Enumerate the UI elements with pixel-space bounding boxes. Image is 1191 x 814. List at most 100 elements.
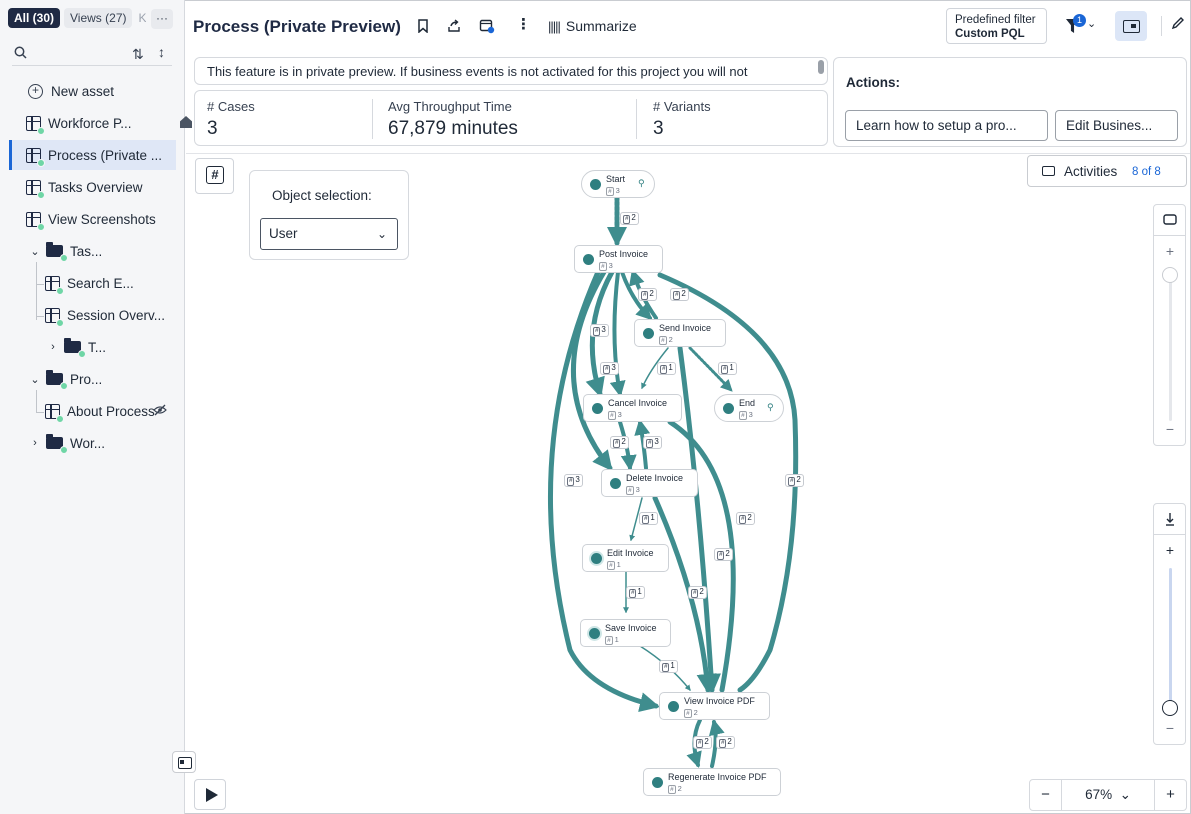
divider xyxy=(372,99,373,139)
divider xyxy=(1161,16,1162,36)
sidebar: All (30) Views (27) K ··· ⇅ ↕ + New asse… xyxy=(0,0,192,814)
activities-slider-knob[interactable] xyxy=(1162,267,1178,283)
connections-slider-track[interactable] xyxy=(1169,568,1172,708)
tree-guide xyxy=(36,316,44,317)
tab-all[interactable]: All (30) xyxy=(8,8,61,28)
view-icon xyxy=(26,147,45,167)
share-icon[interactable] xyxy=(447,19,461,33)
node-count: #2 xyxy=(668,784,682,794)
sidebar-folder-tasks[interactable]: ⌄ Tas... xyxy=(30,236,102,266)
edge-label: #3 xyxy=(600,362,619,375)
edge-label: #2 xyxy=(620,212,639,225)
sidebar-folder-pro[interactable]: ⌄ Pro... xyxy=(30,364,102,394)
view-icon xyxy=(26,179,45,199)
node-regenerate-invoice-pdf[interactable]: Regenerate Invoice PDF #2 xyxy=(643,768,781,796)
sort-icon[interactable]: ⇅ xyxy=(132,46,144,63)
chevron-down-icon: ⌄ xyxy=(1087,18,1097,30)
sidebar-item-session-overview[interactable]: Session Overv... xyxy=(45,300,173,330)
show-numbers-button[interactable]: # xyxy=(195,158,234,194)
chevron-down-icon[interactable]: ⌄ xyxy=(30,245,40,258)
zoom-select[interactable]: 67% ⌄ xyxy=(1070,780,1146,810)
more-options-icon[interactable]: ⋮ xyxy=(516,15,531,33)
sidebar-item-tasks-overview[interactable]: Tasks Overview xyxy=(26,172,143,202)
filter-button[interactable]: 1 ⌄ xyxy=(1066,14,1098,36)
node-dot xyxy=(591,553,602,564)
edge-label: #1 xyxy=(639,512,658,525)
object-selection-card: Object selection: User ⌄ xyxy=(249,170,409,260)
chevron-right-icon[interactable]: › xyxy=(30,437,40,449)
slider-plus-button[interactable]: + xyxy=(1160,243,1180,259)
sidebar-item-process-preview[interactable]: Process (Private ... xyxy=(9,140,176,170)
expand-all-icon[interactable]: ↕ xyxy=(158,44,165,60)
sidebar-item-workforce[interactable]: Workforce P... xyxy=(26,108,192,138)
node-dot xyxy=(652,777,663,788)
sidebar-item-about-process[interactable]: About Process xyxy=(45,396,173,426)
node-view-invoice-pdf[interactable]: View Invoice PDF #2 xyxy=(659,692,770,720)
chevron-down-icon[interactable]: ⌄ xyxy=(30,373,40,386)
header: Process (Private Preview) ⋮ ||||| Summari… xyxy=(186,0,1190,54)
node-send-invoice[interactable]: Send Invoice #2 xyxy=(634,319,726,347)
search-icon[interactable] xyxy=(14,46,27,59)
divider xyxy=(1154,235,1185,236)
edge-label: #2 xyxy=(716,736,735,749)
view-icon xyxy=(26,115,45,135)
play-animation-button[interactable] xyxy=(194,779,226,810)
edit-business-button[interactable]: Edit Busines... xyxy=(1055,110,1178,141)
node-count: #1 xyxy=(607,560,621,570)
node-start[interactable]: Start #3 ⚲ xyxy=(581,170,655,198)
stats-panel: # Cases 3 Avg Throughput Time 67,879 min… xyxy=(194,90,828,146)
actions-panel: Actions: Learn how to setup a pro... Edi… xyxy=(833,57,1187,147)
sidebar-item-view-screenshots[interactable]: View Screenshots xyxy=(26,204,156,234)
node-dot xyxy=(610,478,621,489)
zoom-in-button[interactable]: + xyxy=(1154,780,1186,810)
activities-button[interactable]: Activities 8 of 8 xyxy=(1027,155,1187,187)
object-selection-dropdown[interactable]: User ⌄ xyxy=(260,218,398,250)
node-count: #2 xyxy=(659,335,673,345)
learn-setup-button[interactable]: Learn how to setup a pro... xyxy=(845,110,1048,141)
connections-slider-knob[interactable] xyxy=(1162,700,1178,716)
tab-k[interactable]: K xyxy=(136,8,146,28)
summarize-button[interactable]: ||||| Summarize xyxy=(548,18,637,34)
sidebar-item-search[interactable]: Search E... xyxy=(45,268,134,298)
node-save-invoice[interactable]: Save Invoice #1 xyxy=(580,619,671,647)
bookmark-icon[interactable] xyxy=(417,19,429,33)
node-edit-invoice[interactable]: Edit Invoice #1 xyxy=(582,544,669,572)
edge-label: #3 xyxy=(590,324,609,337)
node-count: #3 xyxy=(739,410,753,420)
chevron-right-icon[interactable]: › xyxy=(48,341,58,353)
folder-icon xyxy=(46,434,68,454)
predefined-filter[interactable]: Predefined filter Custom PQL xyxy=(946,8,1047,44)
panel-toggle-button[interactable] xyxy=(1115,11,1147,41)
activities-slider-track[interactable] xyxy=(1169,271,1172,421)
node-count: #1 xyxy=(605,635,619,645)
node-post-invoice[interactable]: Post Invoice #3 xyxy=(574,245,663,273)
edge-label: #2 xyxy=(693,736,712,749)
sidebar-folder-t[interactable]: › T... xyxy=(48,332,106,362)
node-end[interactable]: End #3 ⚲ xyxy=(714,394,784,422)
edge-label: #2 xyxy=(785,474,804,487)
tab-views[interactable]: Views (27) xyxy=(64,8,133,28)
folder-icon xyxy=(46,242,68,262)
edge-label: #1 xyxy=(657,362,676,375)
chevron-down-icon: ⌄ xyxy=(376,227,387,241)
node-delete-invoice[interactable]: Delete Invoice #3 xyxy=(601,469,698,497)
node-dot xyxy=(643,328,654,339)
connections-plus-button[interactable]: + xyxy=(1160,542,1180,558)
more-tabs-button[interactable]: ··· xyxy=(151,9,173,29)
sidebar-folder-wor[interactable]: › Wor... xyxy=(30,428,105,458)
slider-minus-button[interactable]: − xyxy=(1160,421,1180,437)
calendar-status-icon[interactable] xyxy=(479,18,495,34)
banner-scrollbar[interactable] xyxy=(818,60,824,74)
arrow-down-line-icon[interactable] xyxy=(1164,512,1176,526)
node-count: #3 xyxy=(608,410,622,420)
node-dot xyxy=(668,701,679,712)
edit-pencil-icon[interactable] xyxy=(1171,16,1185,30)
node-cancel-invoice[interactable]: Cancel Invoice #3 xyxy=(583,394,682,422)
connections-minus-button[interactable]: − xyxy=(1160,720,1180,736)
activities-slider-panel: + − xyxy=(1153,204,1186,446)
new-asset-button[interactable]: + New asset xyxy=(28,76,114,106)
activity-box-icon[interactable] xyxy=(1163,214,1177,225)
folder-icon xyxy=(64,338,86,358)
zoom-out-button[interactable]: − xyxy=(1030,780,1062,810)
divider xyxy=(636,99,637,139)
